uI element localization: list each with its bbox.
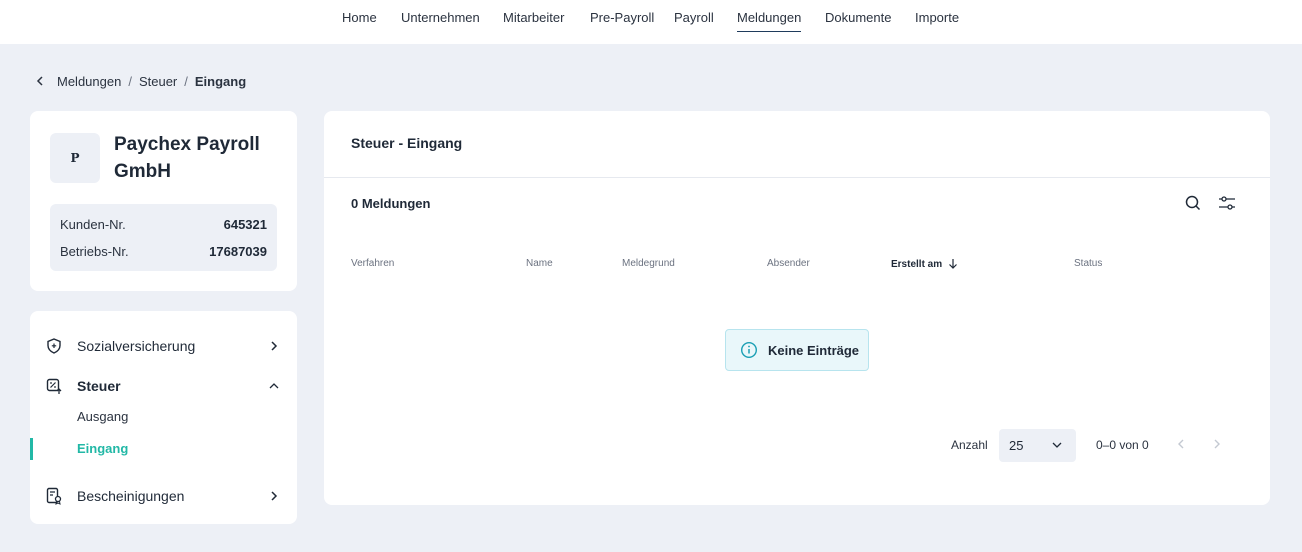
empty-state-label: Keine Einträge bbox=[768, 342, 860, 358]
column-header-status[interactable]: Status bbox=[1074, 258, 1102, 269]
page-size-value: 25 bbox=[1009, 438, 1024, 453]
nav-dokumente[interactable]: Dokumente bbox=[825, 10, 891, 32]
column-header-verfahren[interactable]: Verfahren bbox=[351, 258, 394, 269]
submenu-ausgang[interactable]: Ausgang bbox=[30, 406, 297, 428]
submenu-ausgang-label: Ausgang bbox=[77, 409, 129, 424]
column-header-absender[interactable]: Absender bbox=[767, 258, 810, 269]
nav-meldungen[interactable]: Meldungen bbox=[737, 10, 802, 32]
previous-page-icon[interactable] bbox=[1174, 437, 1188, 451]
menu-steuer[interactable]: Steuer bbox=[30, 371, 297, 401]
menu-sozialversicherung-label: Sozialversicherung bbox=[77, 338, 196, 354]
column-header-erstellt-am-label: Erstellt am bbox=[891, 258, 943, 270]
page-size-label: Anzahl bbox=[951, 438, 988, 452]
menu-sozialversicherung[interactable]: Sozialversicherung bbox=[30, 331, 297, 361]
chevron-right-icon bbox=[267, 489, 281, 503]
breadcrumb-separator: / bbox=[128, 73, 132, 89]
business-number-value: 17687039 bbox=[209, 244, 267, 259]
column-header-meldegrund[interactable]: Meldegrund bbox=[622, 258, 675, 269]
breadcrumb-steuer[interactable]: Steuer bbox=[139, 74, 177, 89]
nav-payroll[interactable]: Payroll bbox=[674, 10, 714, 32]
search-icon[interactable] bbox=[1183, 193, 1203, 213]
breadcrumb-eingang: Eingang bbox=[194, 73, 247, 89]
nav-mitarbeiter[interactable]: Mitarbeiter bbox=[503, 10, 564, 32]
page-title: Steuer - Eingang bbox=[351, 135, 463, 151]
company-avatar: P bbox=[50, 133, 100, 183]
breadcrumb-separator: / bbox=[184, 73, 188, 89]
divider bbox=[324, 177, 1270, 178]
column-header-erstellt-am[interactable]: Erstellt am bbox=[891, 258, 958, 270]
customer-number-label: Kunden-Nr. bbox=[60, 217, 126, 232]
certificate-icon bbox=[45, 487, 63, 505]
back-chevron-icon[interactable] bbox=[36, 76, 50, 86]
company-card: P Paychex Payroll GmbH Kunden-Nr. 645321… bbox=[30, 111, 297, 291]
business-number-label: Betriebs-Nr. bbox=[60, 244, 129, 259]
nav-pre-payroll[interactable]: Pre-Payroll bbox=[590, 10, 654, 32]
pagination-range: 0–0 von 0 bbox=[1096, 438, 1149, 452]
report-count: 0 Meldungen bbox=[351, 196, 431, 211]
next-page-icon[interactable] bbox=[1210, 437, 1224, 451]
chevron-down-icon bbox=[1052, 442, 1062, 448]
nav-home[interactable]: Home bbox=[342, 10, 377, 32]
main-content: Steuer - Eingang 0 Meldungen Verfahren N… bbox=[324, 111, 1270, 505]
top-navigation: Home Unternehmen Mitarbeiter Pre-Payroll… bbox=[0, 0, 1302, 44]
menu-bescheinigungen[interactable]: Bescheinigungen bbox=[30, 481, 297, 511]
nav-importe[interactable]: Importe bbox=[915, 10, 959, 32]
active-indicator bbox=[30, 438, 33, 460]
tax-percent-icon bbox=[45, 377, 63, 395]
sort-arrow-down-icon bbox=[949, 259, 958, 269]
info-icon bbox=[740, 341, 758, 359]
company-ids: Kunden-Nr. 645321 Betriebs-Nr. 17687039 bbox=[50, 204, 277, 271]
empty-state: Keine Einträge bbox=[725, 329, 869, 371]
nav-unternehmen[interactable]: Unternehmen bbox=[401, 10, 480, 32]
company-name: Paychex Payroll GmbH bbox=[114, 134, 260, 182]
page-size-select[interactable]: 25 bbox=[999, 429, 1076, 462]
chevron-up-icon bbox=[267, 379, 281, 393]
filter-sliders-icon[interactable] bbox=[1217, 193, 1237, 213]
breadcrumb: Meldungen / Steuer / Eingang bbox=[36, 73, 246, 89]
customer-number-value: 645321 bbox=[223, 217, 267, 232]
chevron-right-icon bbox=[267, 339, 281, 353]
column-header-name[interactable]: Name bbox=[526, 258, 553, 269]
menu-bescheinigungen-label: Bescheinigungen bbox=[77, 488, 185, 504]
shield-icon bbox=[45, 337, 63, 355]
submenu-eingang[interactable]: Eingang bbox=[30, 438, 297, 460]
submenu-eingang-label: Eingang bbox=[77, 441, 129, 456]
menu-steuer-label: Steuer bbox=[77, 378, 121, 394]
breadcrumb-meldungen[interactable]: Meldungen bbox=[57, 74, 121, 89]
side-menu: Sozialversicherung Steuer Ausgang Eingan… bbox=[30, 311, 297, 524]
